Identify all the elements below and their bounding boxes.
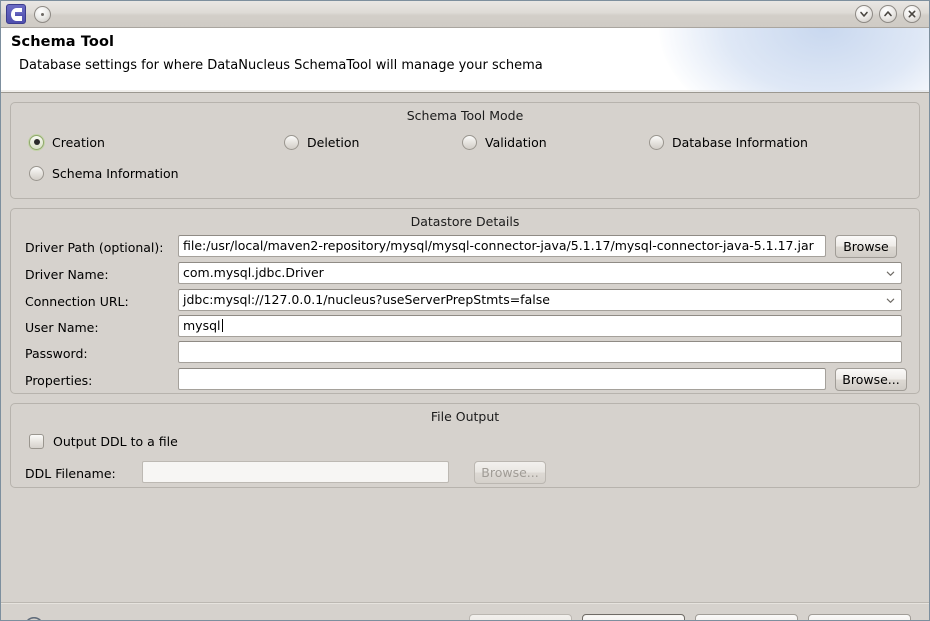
properties-input[interactable]	[178, 368, 826, 390]
title-bar	[1, 1, 929, 28]
properties-browse-button[interactable]: Browse...	[835, 368, 907, 391]
user-name-label: User Name:	[25, 320, 99, 335]
wizard-content: Schema Tool Mode Creation Deletion Valid…	[1, 102, 929, 602]
schema-tool-window: Schema Tool Database settings for where …	[0, 0, 930, 621]
user-name-value: mysql	[183, 318, 221, 333]
shade-button[interactable]	[34, 5, 51, 23]
chevron-down-icon	[886, 271, 895, 276]
datastore-details-group: Datastore Details Driver Path (optional)…	[10, 208, 920, 394]
radio-deletion[interactable]: Deletion	[284, 131, 359, 153]
chevron-down-icon	[886, 298, 895, 303]
close-icon	[908, 10, 916, 18]
ddl-filename-input[interactable]	[142, 461, 449, 483]
schema-tool-mode-group: Schema Tool Mode Creation Deletion Valid…	[10, 102, 920, 199]
banner-gradient	[659, 28, 929, 92]
minimize-button[interactable]	[855, 5, 873, 23]
text-caret	[221, 319, 223, 332]
radio-label: Schema Information	[52, 165, 179, 181]
driver-path-browse-button[interactable]: Browse	[835, 235, 897, 258]
radio-schema-information[interactable]: Schema Information	[29, 162, 179, 184]
password-input[interactable]	[178, 341, 902, 363]
close-button[interactable]	[903, 5, 921, 23]
page-title: Schema Tool	[11, 34, 115, 50]
properties-label: Properties:	[25, 373, 93, 388]
eclipse-icon	[6, 4, 26, 24]
wizard-banner: Schema Tool Database settings for where …	[1, 28, 929, 93]
driver-name-combo[interactable]: com.mysql.jdbc.Driver	[178, 262, 902, 284]
radio-indicator	[29, 165, 44, 181]
help-icon[interactable]: ?	[23, 616, 45, 621]
output-ddl-label: Output DDL to a file	[53, 434, 178, 449]
user-name-input[interactable]: mysql	[178, 315, 902, 337]
radio-label: Validation	[485, 134, 547, 150]
radio-label: Creation	[52, 134, 105, 150]
back-button[interactable]: < Back	[469, 614, 572, 620]
wizard-footer: ? < Back Next > Finish Cancel	[1, 602, 929, 621]
page-description: Database settings for where DataNucleus …	[19, 58, 543, 73]
ddl-filename-browse-button[interactable]: Browse...	[474, 461, 546, 484]
driver-path-label: Driver Path (optional):	[25, 240, 164, 255]
connection-url-label: Connection URL:	[25, 294, 129, 309]
maximize-button[interactable]	[879, 5, 897, 23]
radio-creation[interactable]: Creation	[29, 131, 105, 153]
ddl-filename-label: DDL Filename:	[25, 466, 116, 481]
connection-url-combo[interactable]: jdbc:mysql://127.0.0.1/nucleus?useServer…	[178, 289, 902, 311]
radio-label: Deletion	[307, 134, 360, 150]
chevron-down-icon	[860, 11, 868, 17]
chevron-up-icon	[884, 11, 892, 17]
radio-indicator	[462, 134, 477, 150]
radio-indicator	[649, 134, 664, 150]
connection-url-value: jdbc:mysql://127.0.0.1/nucleus?useServer…	[183, 292, 550, 307]
driver-name-label: Driver Name:	[25, 267, 109, 282]
window-controls	[855, 5, 921, 23]
radio-label: Database Information	[672, 134, 808, 150]
checkbox-indicator	[29, 434, 44, 449]
schema-tool-mode-title: Schema Tool Mode	[406, 108, 524, 123]
wizard-buttons: < Back Next > Finish Cancel	[469, 614, 911, 620]
output-ddl-checkbox[interactable]: Output DDL to a file	[29, 434, 178, 449]
datastore-details-title: Datastore Details	[410, 214, 520, 229]
radio-validation[interactable]: Validation	[462, 131, 547, 153]
file-output-group: File Output Output DDL to a file DDL Fil…	[10, 403, 920, 488]
password-label: Password:	[25, 346, 88, 361]
radio-database-information[interactable]: Database Information	[649, 131, 808, 153]
radio-indicator	[284, 134, 299, 150]
radio-indicator	[29, 134, 44, 150]
driver-path-input[interactable]: file:/usr/local/maven2-repository/mysql/…	[178, 235, 826, 257]
file-output-title: File Output	[430, 409, 500, 424]
finish-button[interactable]: Finish	[695, 614, 798, 620]
cancel-button[interactable]: Cancel	[808, 614, 911, 620]
driver-name-value: com.mysql.jdbc.Driver	[183, 265, 324, 280]
next-button[interactable]: Next >	[582, 614, 685, 620]
